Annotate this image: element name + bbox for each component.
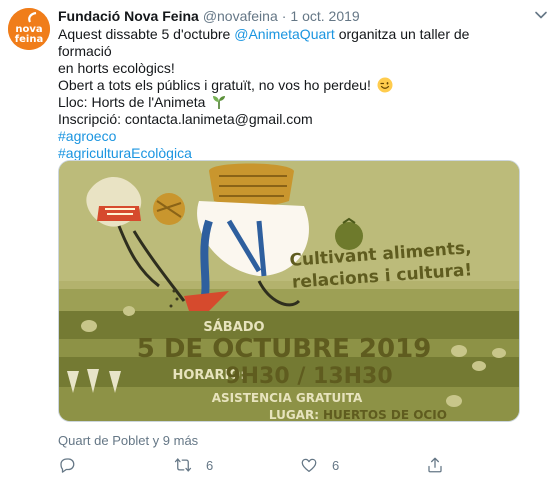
like-count: 6 xyxy=(332,457,340,473)
hashtag-agroeco[interactable]: #agroeco xyxy=(58,128,520,145)
tweet-text-segment: Lloc: Horts de l'Animeta xyxy=(58,94,206,110)
tweet-content: Fundació Nova Feina @novafeina · 1 oct. … xyxy=(58,6,520,162)
tweet-header: Fundació Nova Feina @novafeina · 1 oct. … xyxy=(58,6,520,26)
share-icon xyxy=(428,457,442,473)
poster-date: 5 DE OCTUBRE 2019 xyxy=(137,334,432,364)
tweet-line-4: Lloc: Horts de l'Animeta xyxy=(58,94,520,111)
poster-illustration: Cultivant aliments, relacions i cultura!… xyxy=(59,161,519,422)
location-text[interactable]: Quart de Poblet y 9 más xyxy=(58,433,198,448)
svg-text:feina: feina xyxy=(15,34,43,45)
reply-icon xyxy=(60,458,75,473)
author-handle[interactable]: @novafeina xyxy=(203,8,278,24)
tweet-text: Aquest dissabte 5 d'octubre @AnimetaQuar… xyxy=(58,26,520,162)
retweet-count: 6 xyxy=(206,457,214,473)
tweet-line-3: Obert a tots els públics i gratuït, no v… xyxy=(58,77,520,94)
retweet-button[interactable]: 6 xyxy=(174,456,213,474)
avatar[interactable]: nova feina xyxy=(8,8,50,50)
poster-horario-value: 9H30 / 13H30 xyxy=(225,364,392,389)
tweet-date[interactable]: 1 oct. 2019 xyxy=(290,8,359,24)
tweet-actions: 6 6 xyxy=(58,456,520,476)
header-separator: · xyxy=(281,8,287,24)
seedling-emoji xyxy=(213,96,226,109)
like-button[interactable]: 6 xyxy=(300,456,339,474)
like-icon xyxy=(301,458,317,473)
tweet-text-segment: Aquest dissabte 5 d'octubre xyxy=(58,26,235,42)
tweet-card[interactable]: nova feina Fundació Nova Feina @novafein… xyxy=(0,0,558,480)
poster-day: SÁBADO xyxy=(203,319,264,335)
winking-face-emoji xyxy=(377,77,393,93)
poster-asistencia: ASISTENCIA GRATUITA xyxy=(212,391,363,405)
tweet-line-1: Aquest dissabte 5 d'octubre @AnimetaQuar… xyxy=(58,26,520,60)
tweet-text-segment: Obert a tots els públics i gratuït, no v… xyxy=(58,77,371,93)
author-name[interactable]: Fundació Nova Feina xyxy=(58,8,199,24)
chevron-down-icon[interactable] xyxy=(534,8,548,22)
tweet-media-poster[interactable]: Cultivant aliments, relacions i cultura!… xyxy=(58,160,520,422)
share-button[interactable] xyxy=(426,456,444,474)
mention-link[interactable]: @AnimetaQuart xyxy=(234,26,335,42)
poster-lugar-label: LUGAR: xyxy=(269,408,319,422)
tweet-line-2: en horts ecològics! xyxy=(58,60,175,76)
poster-lugar-value: HUERTOS DE OCIO xyxy=(323,408,447,422)
nova-feina-logo: nova feina xyxy=(8,8,50,50)
retweet-icon xyxy=(174,458,192,472)
tweet-line-5: Inscripció: contacta.lanimeta@gmail.com xyxy=(58,111,313,127)
reply-button[interactable] xyxy=(58,456,90,474)
